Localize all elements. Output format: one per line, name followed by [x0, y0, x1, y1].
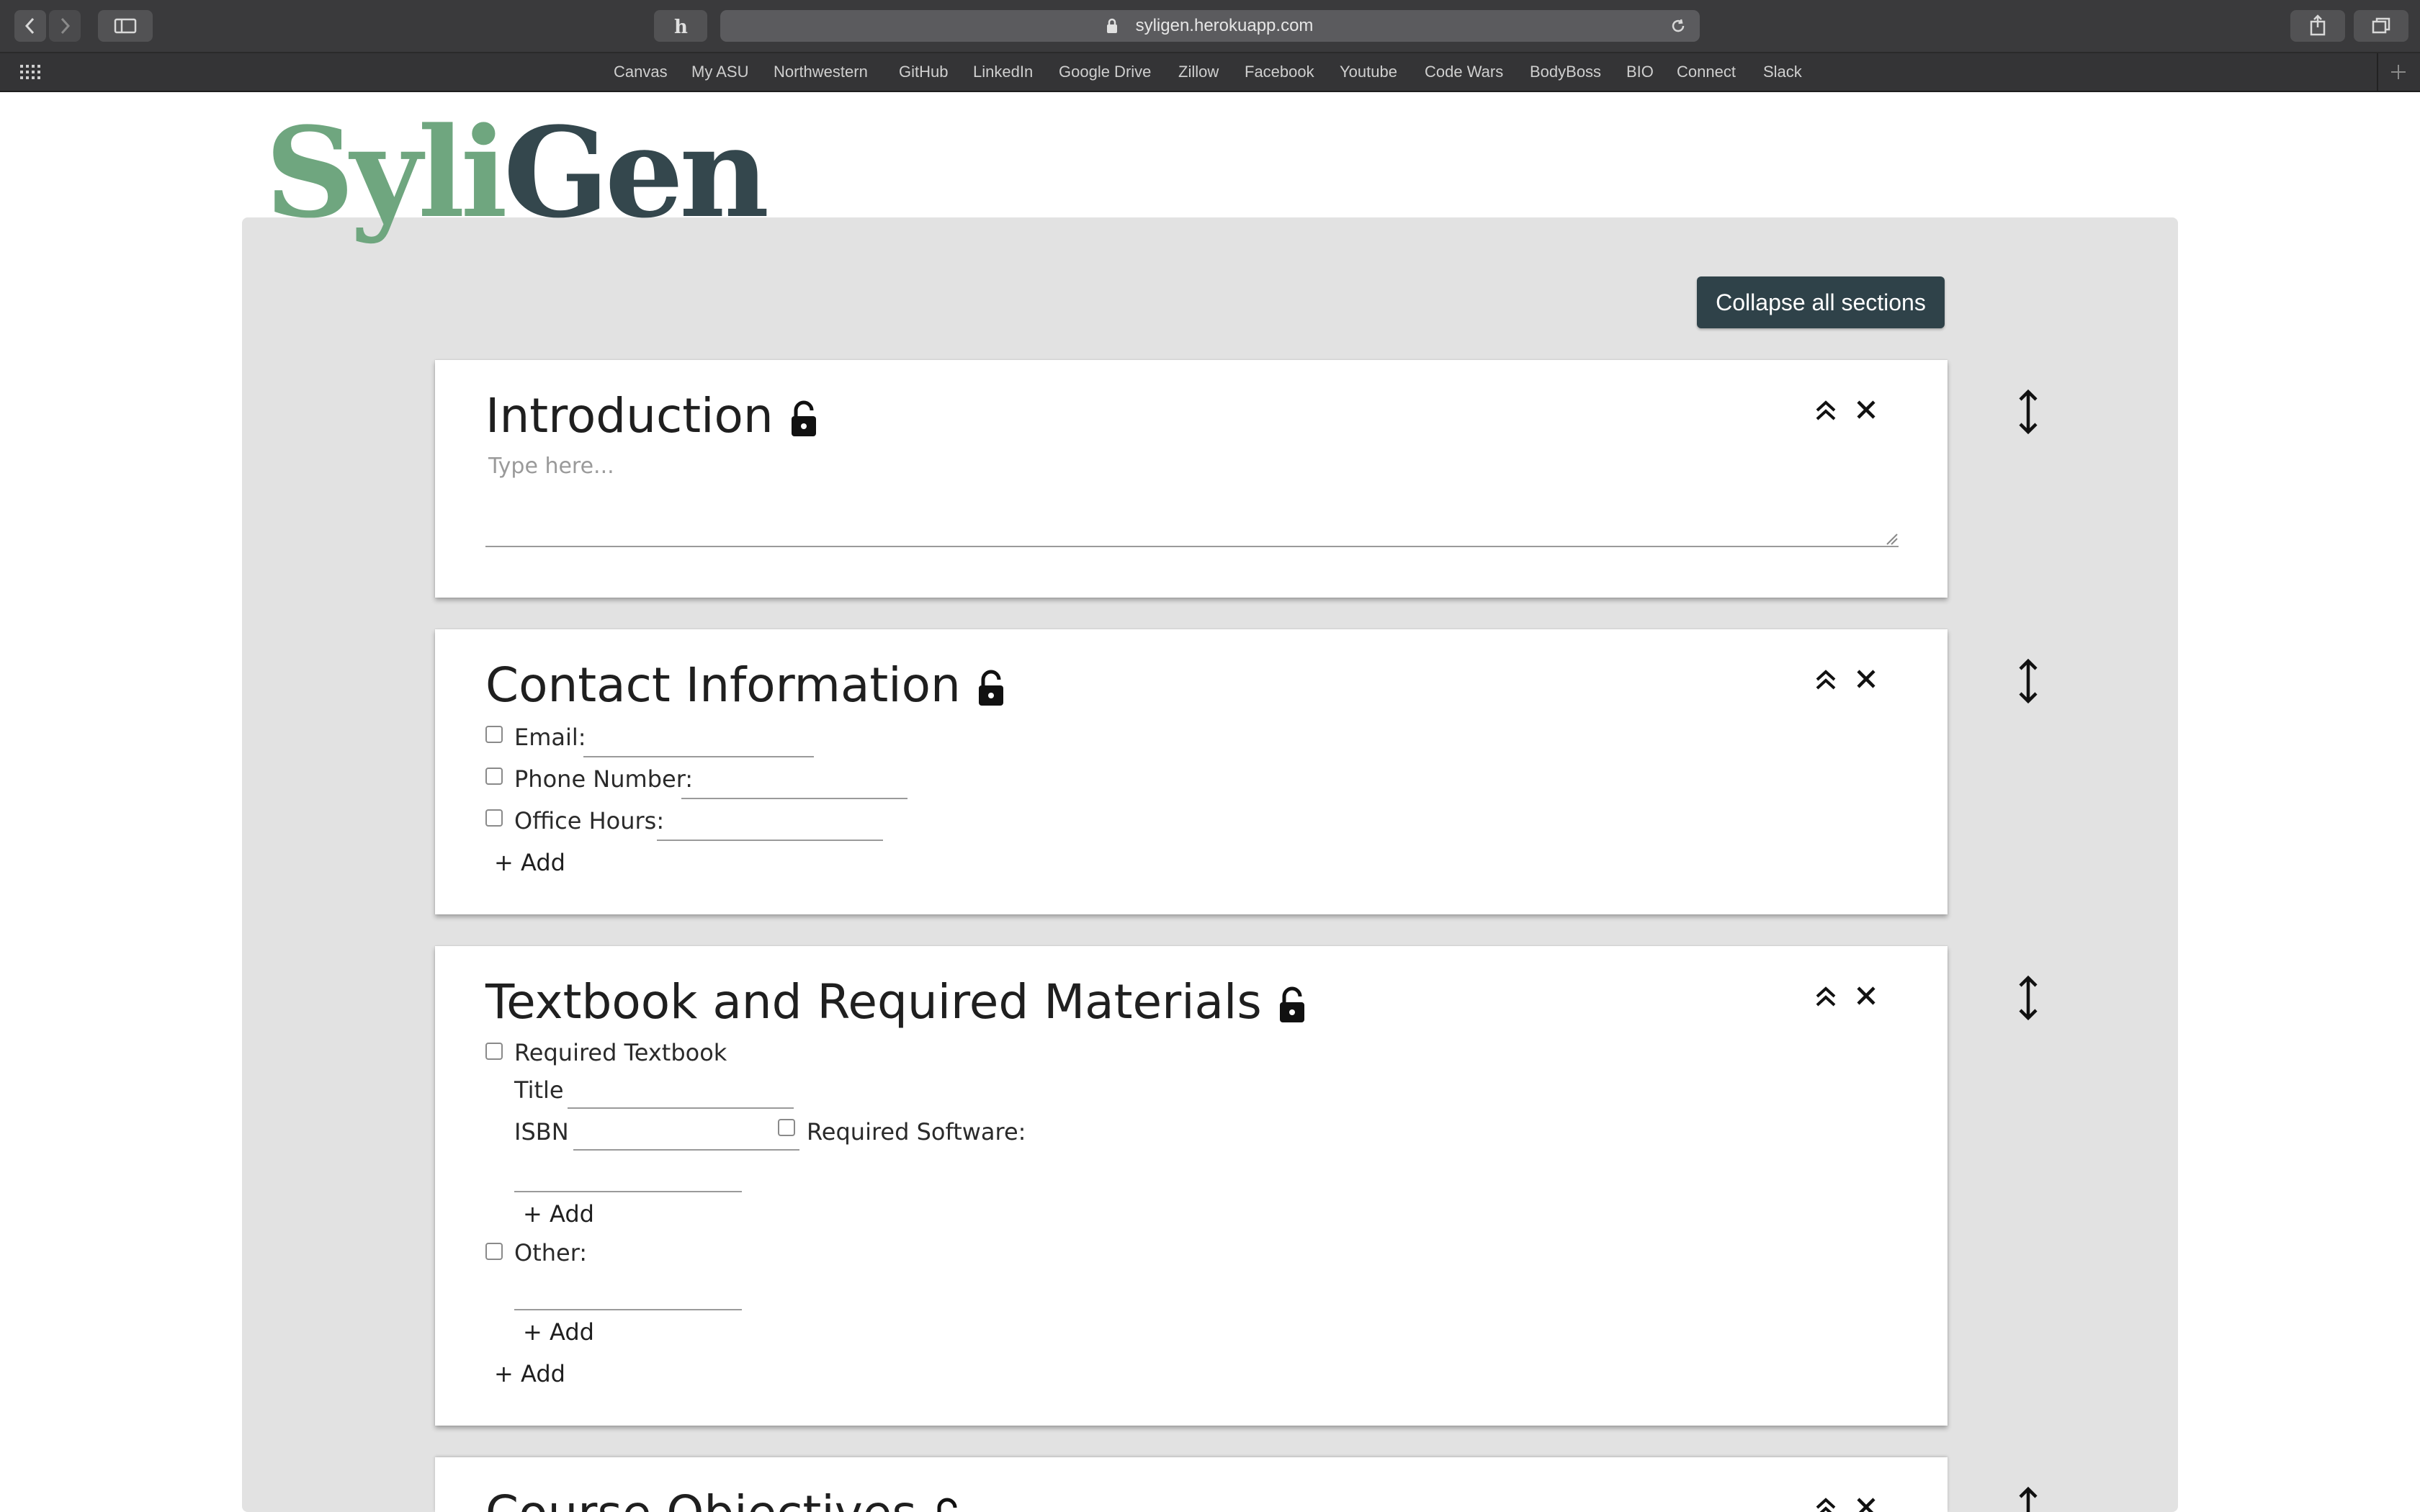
- section-title-text: Introduction: [485, 388, 774, 444]
- address-bar[interactable]: syligen.herokuapp.com: [720, 10, 1700, 42]
- email-field[interactable]: [583, 756, 814, 757]
- extension-icon[interactable]: h: [654, 10, 707, 42]
- lock-icon[interactable]: [789, 400, 818, 438]
- vertical-resize-icon[interactable]: [2017, 658, 2040, 704]
- required-textbook-label: Required Textbook: [514, 1039, 727, 1066]
- other-materials-checkbox[interactable]: [485, 1243, 503, 1260]
- bookmark-my-asu[interactable]: My ASU: [691, 53, 748, 91]
- close-icon[interactable]: [1855, 985, 1877, 1007]
- bookmark-bio[interactable]: BIO: [1626, 53, 1654, 91]
- section-title: Course Objectives: [485, 1485, 962, 1512]
- add-software-button[interactable]: + Add: [523, 1200, 594, 1228]
- isbn-field[interactable]: [573, 1149, 799, 1151]
- logo-part-gen: Gen: [503, 99, 769, 246]
- close-icon[interactable]: [1855, 668, 1877, 690]
- tabs-overview-button[interactable]: [2354, 10, 2408, 42]
- bookmark-google-drive[interactable]: Google Drive: [1059, 53, 1151, 91]
- section-title: Textbook and Required Materials: [485, 973, 1307, 1031]
- collapse-section-icon[interactable]: [1814, 1495, 1838, 1512]
- svg-text:h: h: [674, 17, 688, 38]
- vertical-resize-icon[interactable]: [2017, 389, 2040, 435]
- logo: SyliGen: [265, 99, 769, 246]
- required-software-field[interactable]: [514, 1191, 742, 1192]
- office-hours-label: Office Hours:: [514, 807, 665, 834]
- reload-icon[interactable]: [1670, 17, 1687, 35]
- vertical-resize-icon[interactable]: [2017, 1486, 2040, 1512]
- logo-part-syli: Syli: [265, 99, 508, 246]
- bookmark-connect[interactable]: Connect: [1677, 53, 1736, 91]
- lock-icon[interactable]: [1278, 986, 1307, 1024]
- grid-icon[interactable]: [20, 63, 42, 81]
- forward-button[interactable]: [49, 10, 81, 42]
- bookmark-code-wars[interactable]: Code Wars: [1425, 53, 1503, 91]
- phone-number-checkbox[interactable]: [485, 768, 503, 785]
- introduction-card: Introduction: [435, 360, 1948, 598]
- bookmark-northwestern[interactable]: Northwestern: [774, 53, 868, 91]
- add-contact-field-button[interactable]: + Add: [494, 848, 565, 877]
- collapse-section-icon[interactable]: [1814, 667, 1838, 693]
- new-tab-icon[interactable]: [2390, 63, 2407, 81]
- close-icon[interactable]: [1855, 399, 1877, 420]
- section-title-text: Course Objectives: [485, 1485, 917, 1512]
- bookmark-canvas[interactable]: Canvas: [614, 53, 668, 91]
- back-button[interactable]: [14, 10, 46, 42]
- office-hours-field[interactable]: [657, 840, 883, 841]
- browser-toolbar: h syligen.herokuapp.com: [0, 0, 2420, 52]
- bookmark-github[interactable]: GitHub: [899, 53, 948, 91]
- office-hours-checkbox[interactable]: [485, 809, 503, 827]
- sidebar-toggle-button[interactable]: [98, 10, 153, 42]
- resize-handle-icon[interactable]: [1886, 533, 1899, 546]
- section-title-text: Textbook and Required Materials: [485, 974, 1262, 1030]
- section-title-text: Contact Information: [485, 657, 961, 713]
- contact-information-card: Contact Information Email: Phone Number:…: [435, 629, 1948, 914]
- phone-number-field[interactable]: [681, 798, 908, 799]
- bookmarks-bar: Canvas My ASU Northwestern GitHub Linked…: [0, 52, 2420, 92]
- phone-number-label: Phone Number:: [514, 765, 694, 793]
- divider: [2377, 53, 2378, 91]
- share-button[interactable]: [2290, 10, 2345, 42]
- bookmark-zillow[interactable]: Zillow: [1178, 53, 1219, 91]
- required-software-checkbox[interactable]: [778, 1119, 795, 1136]
- bookmark-bodyboss[interactable]: BodyBoss: [1530, 53, 1601, 91]
- course-objectives-card: Course Objectives: [435, 1457, 1948, 1512]
- add-material-button[interactable]: + Add: [494, 1359, 565, 1388]
- bookmark-youtube[interactable]: Youtube: [1340, 53, 1397, 91]
- lock-icon[interactable]: [933, 1498, 962, 1512]
- close-icon[interactable]: [1855, 1496, 1877, 1512]
- collapse-section-icon[interactable]: [1814, 984, 1838, 1009]
- lock-icon[interactable]: [977, 670, 1005, 707]
- section-title: Introduction: [485, 387, 818, 445]
- add-other-button[interactable]: + Add: [523, 1318, 594, 1346]
- other-materials-field[interactable]: [514, 1309, 742, 1310]
- section-title: Contact Information: [485, 657, 1005, 714]
- textbook-title-field[interactable]: [568, 1107, 794, 1109]
- bookmark-slack[interactable]: Slack: [1763, 53, 1802, 91]
- required-textbook-checkbox[interactable]: [485, 1043, 503, 1060]
- textbook-materials-card: Textbook and Required Materials Required…: [435, 946, 1948, 1426]
- required-software-label: Required Software:: [807, 1118, 1026, 1146]
- bookmark-facebook[interactable]: Facebook: [1245, 53, 1314, 91]
- textbook-title-label: Title: [514, 1076, 564, 1104]
- collapse-all-button[interactable]: Collapse all sections: [1697, 276, 1945, 328]
- vertical-resize-icon[interactable]: [2017, 975, 2040, 1021]
- url-text: syligen.herokuapp.com: [1135, 16, 1314, 35]
- email-checkbox[interactable]: [485, 726, 503, 743]
- introduction-textarea[interactable]: [485, 446, 1899, 547]
- other-materials-label: Other:: [514, 1239, 588, 1266]
- email-label: Email:: [514, 724, 586, 751]
- collapse-section-icon[interactable]: [1814, 397, 1838, 423]
- bookmark-linkedin[interactable]: LinkedIn: [973, 53, 1033, 91]
- isbn-label: ISBN: [514, 1118, 569, 1146]
